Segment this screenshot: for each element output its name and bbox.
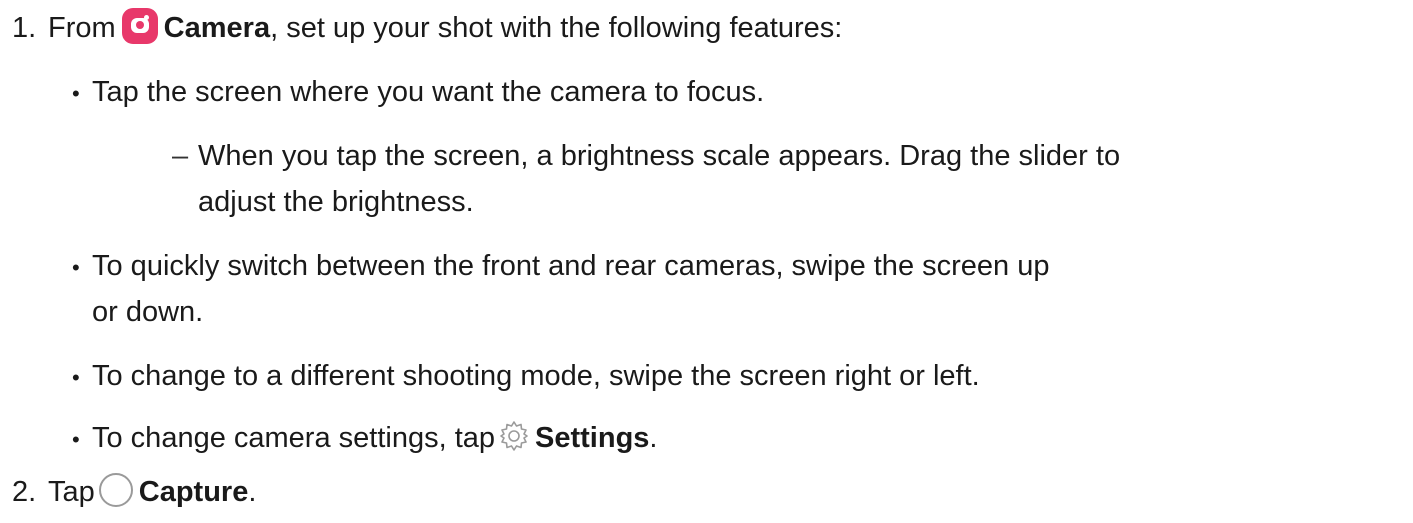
bullet-icon: •: [72, 365, 80, 390]
list-item-brightness-line1: When you tap the screen, a brightness sc…: [198, 140, 1121, 172]
step-2-text: Tap Capture.: [48, 470, 256, 514]
list-item-brightness-line2: adjust the brightness.: [198, 186, 474, 218]
capture-label: Capture: [138, 476, 249, 508]
list-item-switch-line1: To quickly switch between the front and …: [92, 250, 1050, 282]
list-item-switch-line2: or down.: [92, 296, 204, 328]
gear-icon: [497, 419, 531, 453]
camera-app-icon: [121, 8, 158, 45]
list-item-settings: To change camera settings, tap Settings.: [92, 416, 657, 460]
list-item-focus: Tap the screen where you want the camera…: [92, 76, 765, 108]
step-1-text-before: From: [48, 12, 116, 44]
settings-label: Settings: [535, 422, 650, 454]
step-1-text: From Camera, set up your shot with the fo…: [48, 6, 842, 50]
step-1-text-after: , set up your shot with the following fe…: [270, 12, 843, 44]
bullet-icon: •: [72, 255, 80, 280]
camera-app-label: Camera: [163, 12, 271, 44]
step-1-number: 1.: [12, 12, 37, 44]
dash-icon: –: [172, 140, 189, 172]
step-2-text-before: Tap: [48, 476, 95, 508]
step-2-text-after: .: [248, 476, 257, 508]
settings-text-before: To change camera settings, tap: [92, 422, 496, 454]
bullet-icon: •: [72, 427, 80, 452]
list-item-mode: To change to a different shooting mode, …: [92, 360, 980, 392]
bullet-icon: •: [72, 81, 80, 106]
capture-button-icon: [98, 473, 133, 508]
step-2-number: 2.: [12, 476, 37, 508]
settings-text-after: .: [649, 422, 658, 454]
